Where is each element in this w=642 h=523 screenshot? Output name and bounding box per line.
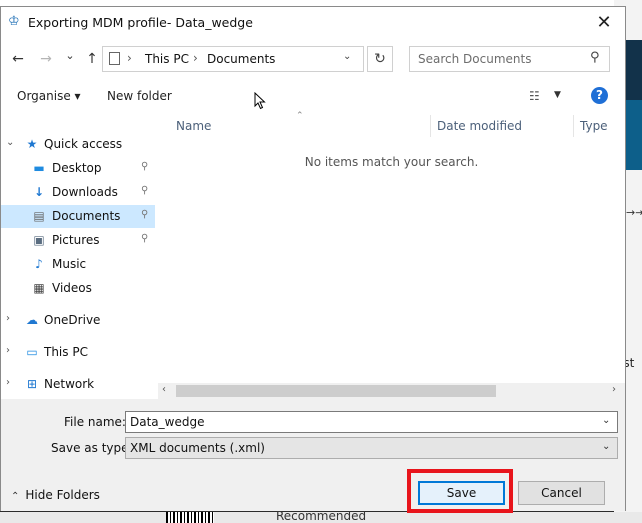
column-header-date-modified[interactable]: Date modified [437,119,522,133]
scrollbar-thumb[interactable] [176,385,496,397]
command-bar: Organise ▾ New folder ☷ ▼ ? [1,83,625,111]
up-icon[interactable]: ↑ [83,50,101,68]
sidebar-item-label: Downloads [52,185,118,199]
chevron-right-icon[interactable]: › [6,377,10,388]
file-name-combo[interactable]: ⌄ [125,411,618,433]
star-icon: ★ [26,137,38,151]
app-icon: ♔ [8,14,20,29]
close-button[interactable]: ✕ [593,12,615,34]
back-icon[interactable]: ← [9,50,27,68]
chevron-down-icon[interactable]: ⌄ [602,415,610,426]
sort-arrow-icon: ⌃ [296,111,304,121]
sidebar-item-label: Network [44,377,95,391]
scroll-left-icon[interactable]: ‹ [162,384,166,395]
background-app-bottom: Recommended [0,509,642,523]
title-bar[interactable]: ♔ Exporting MDM profile- Data_wedge ✕ [1,7,625,37]
sidebar-item-label: This PC [44,345,88,359]
sidebar-item-desktop[interactable]: ▬ Desktop ⚲ [1,157,155,180]
sidebar-item-label: Quick access [44,137,123,151]
computer-icon: ▭ [26,345,38,359]
save-as-type-value: XML documents (.xml) [130,441,265,455]
sidebar-item-label: Music [52,257,87,271]
file-name-label: File name: [64,415,126,429]
save-dialog: ♔ Exporting MDM profile- Data_wedge ✕ ← … [0,6,626,513]
window-title: Exporting MDM profile- Data_wedge [28,15,253,30]
chevron-up-icon: ⌃ [11,491,20,502]
sidebar-item-label: Desktop [52,161,102,175]
sidebar-item-label: Videos [52,281,92,295]
chevron-down-icon[interactable]: ▼ [554,90,561,100]
mouse-cursor-icon [254,92,266,110]
breadcrumb-documents[interactable]: Documents [207,52,275,66]
column-divider[interactable] [430,115,431,137]
column-divider[interactable] [573,115,574,137]
sidebar-item-music[interactable]: ♪ Music [1,253,155,276]
chevron-right-icon: › [127,51,132,65]
cloud-icon: ☁ [26,313,38,327]
search-icon[interactable]: ⚲ [590,50,600,65]
forward-icon[interactable]: → [37,50,55,68]
background-arrow-text: →⇥ [626,206,642,219]
save-as-type-select[interactable]: XML documents (.xml) ⌄ [125,437,618,459]
desktop-icon: ▬ [33,161,45,175]
view-options-icon[interactable]: ☷ [529,89,540,103]
sidebar-item-network[interactable]: › ⊞ Network [1,373,155,396]
sidebar-item-downloads[interactable]: ↓ Downloads ⚲ [1,181,155,204]
hide-folders-label: Hide Folders [25,488,100,502]
help-icon[interactable]: ? [591,87,608,104]
save-button[interactable]: Save [418,481,505,505]
search-input[interactable] [410,47,588,71]
pin-icon: ⚲ [141,185,149,196]
sidebar-item-label: Pictures [52,233,100,247]
chevron-right-icon[interactable]: › [6,345,10,356]
address-bar[interactable]: › This PC › Documents ⌄ [102,46,364,72]
scroll-right-icon[interactable]: › [612,384,616,395]
chevron-right-icon[interactable]: › [6,313,10,324]
pin-icon: ⚲ [141,209,149,220]
sidebar-item-documents[interactable]: ▤ Documents ⚲ [1,205,155,228]
empty-message: No items match your search. [304,155,479,169]
barcode-image [166,512,214,523]
chevron-down-icon[interactable]: ⌄ [343,51,351,62]
recent-locations-icon[interactable]: ⌄ [61,47,79,65]
sidebar-item-pictures[interactable]: ▣ Pictures ⚲ [1,229,155,252]
sidebar-item-label: Documents [52,209,121,223]
chevron-down-icon[interactable]: ⌄ [602,441,610,452]
sidebar-item-quick-access[interactable]: ⌄ ★ Quick access [1,133,155,156]
file-name-input[interactable] [126,412,590,432]
column-header-name[interactable]: Name [176,119,211,133]
chevron-down-icon[interactable]: ⌄ [6,137,14,148]
cancel-button[interactable]: Cancel [518,481,605,505]
network-icon: ⊞ [26,377,38,391]
refresh-button[interactable]: ↻ [367,46,393,72]
organise-button[interactable]: Organise ▾ [17,89,81,103]
document-icon: ▤ [33,209,45,223]
sidebar-item-this-pc[interactable]: › ▭ This PC [1,341,155,364]
horizontal-scrollbar[interactable]: ‹ › [158,383,625,399]
hide-folders-button[interactable]: ⌃ Hide Folders [11,488,100,502]
picture-icon: ▣ [33,233,45,247]
search-box[interactable]: ⚲ [409,46,610,72]
sidebar-item-label: OneDrive [44,313,101,327]
sidebar-item-videos[interactable]: ▦ Videos [1,277,155,300]
navigation-bar: ← → ⌄ ↑ › This PC › Documents ⌄ ↻ ⚲ [1,43,625,77]
column-header-type[interactable]: Type [580,119,608,133]
breadcrumb-this-pc[interactable]: This PC [145,52,189,66]
save-as-type-label: Save as type: [51,441,133,455]
pin-icon: ⚲ [141,161,149,172]
sidebar-item-onedrive[interactable]: › ☁ OneDrive [1,309,155,332]
pin-icon: ⚲ [141,233,149,244]
background-bottom-text: Recommended [276,509,367,523]
new-folder-button[interactable]: New folder [107,89,172,103]
location-icon [109,52,120,65]
file-list[interactable]: ⌃ Name Date modified Type No items match… [158,111,625,399]
save-form: File name: ⌄ Save as type: XML documents… [1,399,625,513]
chevron-right-icon: › [193,51,198,65]
music-icon: ♪ [35,257,43,271]
video-icon: ▦ [33,281,45,295]
download-icon: ↓ [33,185,45,199]
navigation-pane: ⌄ ★ Quick access ▬ Desktop ⚲ ↓ Downloads… [1,111,157,399]
